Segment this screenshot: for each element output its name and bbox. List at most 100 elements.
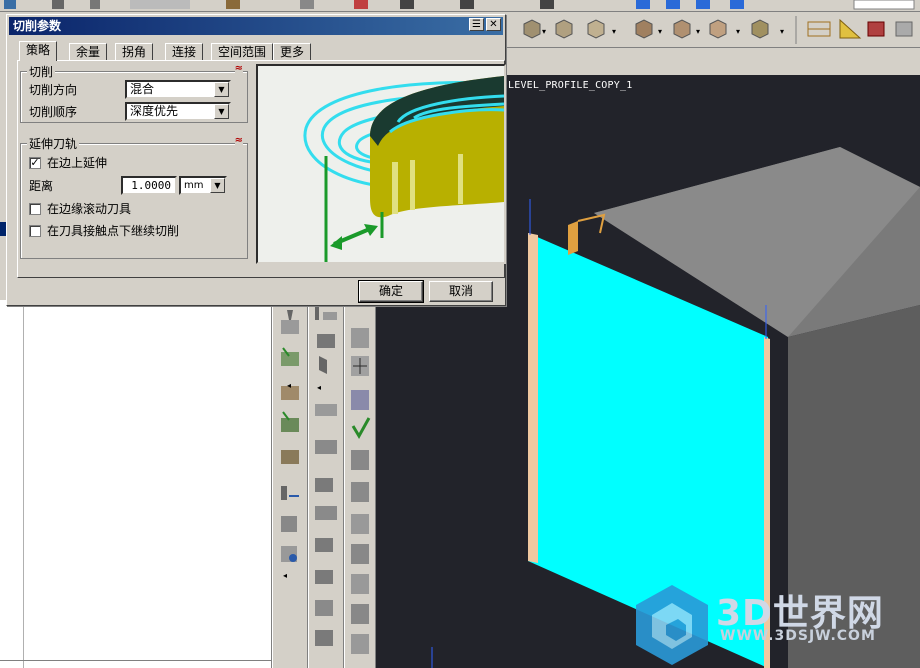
distance-label: 距离 <box>29 179 54 193</box>
tab-label: 更多 <box>280 45 305 59</box>
cut-direction-select[interactable]: 混合 ▼ <box>125 80 231 99</box>
corner-rough-icon <box>281 450 299 464</box>
tab-label: 余量 <box>76 45 101 59</box>
flow-cut-icon <box>315 478 333 492</box>
svg-text:▾: ▾ <box>658 27 662 36</box>
extra-icon <box>895 21 913 37</box>
slot-icon <box>315 600 333 616</box>
distance-input[interactable]: 1.0000 <box>121 176 177 195</box>
hole-mill-icon <box>351 634 369 654</box>
operation-palette-2: ◂ <box>308 300 344 668</box>
roll-tool-checkbox[interactable] <box>29 203 41 215</box>
close-icon: ✕ <box>489 19 498 30</box>
chevron-down-icon[interactable]: ▼ <box>210 178 225 193</box>
verify-icon <box>351 417 371 439</box>
counter-sink-icon <box>351 574 369 594</box>
roll-tool-label: 在边缘滚动刀具 <box>47 202 132 216</box>
toolbar-dropdown <box>130 0 190 9</box>
face-mill-icon <box>315 404 337 416</box>
shaded-cube-icon <box>636 0 650 9</box>
tool-path-icon <box>351 450 369 470</box>
tab-label: 策略 <box>26 43 51 57</box>
cutting-group: 切削 ≈ 切削方向 混合 ▼ 切削顺序 深度优先 ▼ <box>20 63 248 123</box>
dialog-title: 切削参数 <box>13 19 62 33</box>
collapse-icon[interactable]: ≈ <box>234 136 243 146</box>
tab-more[interactable]: 更多 <box>273 43 312 61</box>
dialog-close-button[interactable]: ✕ <box>486 18 501 31</box>
svg-text:▾: ▾ <box>612 27 616 36</box>
edge-cube-icon <box>730 0 744 9</box>
angle-icon <box>839 18 862 39</box>
shading-icons <box>523 19 769 39</box>
engrave-icon <box>315 440 337 454</box>
tab-connections[interactable]: 连接 <box>165 43 204 61</box>
hidden-cube-icon <box>696 0 710 9</box>
contour-icon <box>317 334 335 348</box>
tab-label: 连接 <box>172 45 197 59</box>
dialog-titlebar[interactable]: 切削参数 <box>9 17 503 35</box>
chevron-down-icon[interactable]: ▼ <box>214 104 229 119</box>
svg-text:▾: ▾ <box>736 27 740 36</box>
ok-button[interactable]: 确定 <box>358 280 424 303</box>
material-icon <box>867 21 885 37</box>
tab-label: 拐角 <box>122 45 147 59</box>
tab-label: 空间范围 <box>218 45 267 59</box>
cancel-button[interactable]: 取消 <box>429 281 493 302</box>
groove-icon <box>315 570 333 584</box>
menu-icon: ☰ <box>472 19 481 30</box>
cut-order-label: 切削顺序 <box>29 105 78 119</box>
cutting-group-title: 切削 <box>27 63 56 80</box>
dialog-menu-button[interactable]: ☰ <box>469 18 484 31</box>
measure-icon <box>807 21 831 37</box>
thread-icon <box>315 506 337 520</box>
operation-palette-1: ◂ ◂ <box>272 300 308 668</box>
watermark-url: WWW.3DSJW.COM <box>720 628 876 644</box>
scroll-left-icon: ◂ <box>287 381 291 390</box>
tab-corners[interactable]: 拐角 <box>115 43 154 61</box>
checkmark-icon: ✓ <box>30 156 40 169</box>
arrow-head-left <box>330 236 342 250</box>
cut-order-value: 深度优先 <box>130 104 179 118</box>
tool-icon <box>52 0 64 9</box>
cut-order-select[interactable]: 深度优先 ▼ <box>125 102 231 121</box>
fit-icon <box>460 0 474 9</box>
ball-mill-icon <box>319 356 327 374</box>
operation-navigator[interactable] <box>0 300 272 668</box>
pattern-icon <box>351 356 369 376</box>
extend-group-title: 延伸刀轨 <box>27 135 80 152</box>
surface-edge-left <box>528 233 538 563</box>
collapse-icon[interactable]: ≈ <box>234 64 243 74</box>
tab-containment[interactable]: 空间范围 <box>211 43 274 61</box>
mill-tool-icon <box>315 306 337 320</box>
tab-strategy[interactable]: 策略 <box>19 41 58 61</box>
continue-cut-label: 在刀具接触点下继续切削 <box>47 224 180 238</box>
cut-direction-label: 切削方向 <box>29 83 78 97</box>
chevron-down-icon[interactable]: ▼ <box>214 82 229 97</box>
counter-bore-icon <box>351 544 369 564</box>
dropdown-arrow-icon: ▾ <box>542 27 546 36</box>
tab-stock[interactable]: 余量 <box>69 43 108 61</box>
help-preview-image <box>256 64 506 264</box>
mill-thread-icon <box>351 604 369 624</box>
cavity-mill-icon <box>281 310 299 334</box>
zlevel-icon <box>281 347 299 366</box>
finish-wall-icon <box>281 411 299 432</box>
operation-palette-3 <box>344 300 376 668</box>
bore-icon <box>281 546 297 562</box>
svg-text:◂: ◂ <box>283 571 287 580</box>
navigator-side-strip <box>0 300 24 668</box>
undo-icon <box>90 0 100 9</box>
main-toolbar-top <box>0 0 920 12</box>
navigator-divider <box>0 660 272 661</box>
wire-cube-icon <box>666 0 680 9</box>
distance-unit-select[interactable]: mm ▼ <box>179 176 227 195</box>
view-icon <box>300 0 314 9</box>
drill-icon <box>281 486 299 500</box>
file-icon <box>4 0 16 9</box>
tap-icon <box>281 516 297 532</box>
continue-cut-checkbox[interactable] <box>29 225 41 237</box>
extend-on-edge-checkbox[interactable]: ✓ <box>29 157 41 169</box>
extend-path-group: 延伸刀轨 ≈ ✓ 在边上延伸 距离 1.0000 mm ▼ 在边缘滚动刀具 在刀… <box>20 135 248 259</box>
strategy-tab-body: 切削 ≈ 切削方向 混合 ▼ 切削顺序 深度优先 ▼ 延伸刀轨 ≈ ✓ 在边上延… <box>17 60 506 278</box>
distance-unit-value: mm <box>184 180 204 191</box>
